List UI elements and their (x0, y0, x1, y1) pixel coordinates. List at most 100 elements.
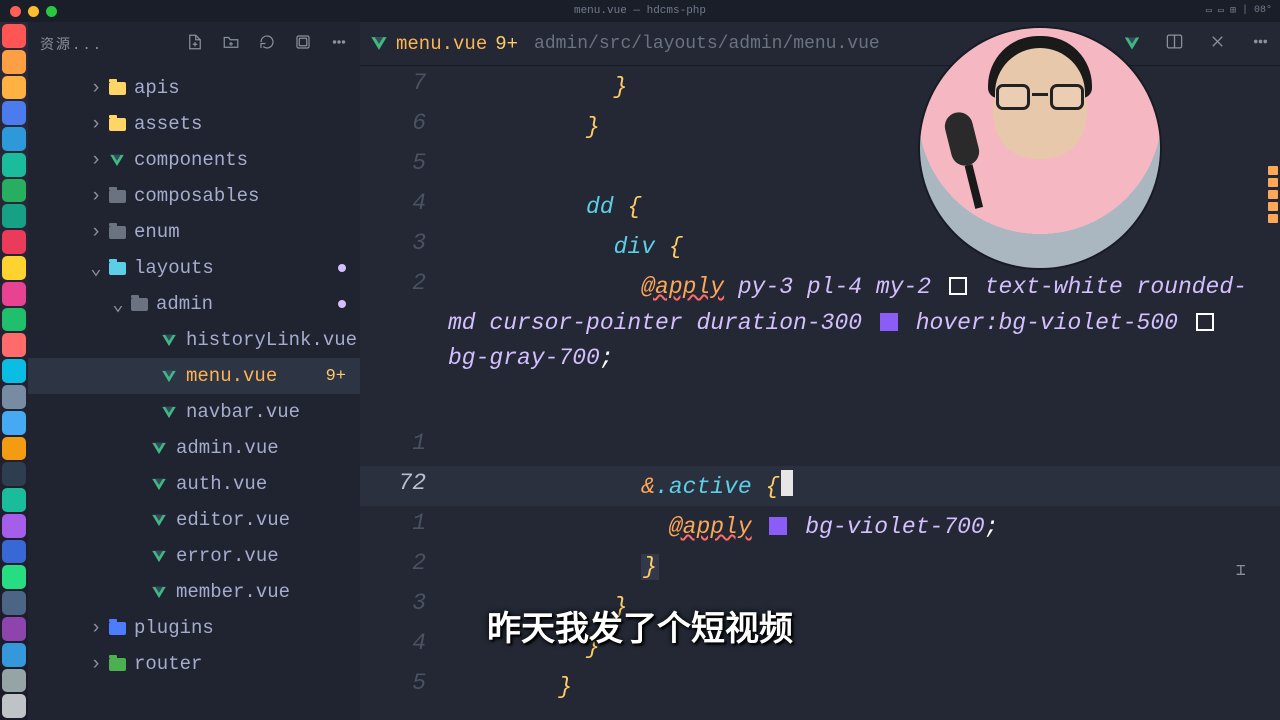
tree-item[interactable]: menu.vue9+ (28, 358, 360, 394)
menubar-right: ▭ ▭ ⊞ | 08° (1206, 5, 1272, 17)
dock-app-icon[interactable] (2, 565, 26, 589)
dock-app-icon[interactable] (2, 617, 26, 641)
tree-item[interactable]: error.vue (28, 538, 360, 574)
dock-app-icon[interactable] (2, 282, 26, 306)
tree-item-label: navbar.vue (186, 401, 300, 423)
dock-app-icon[interactable] (2, 591, 26, 615)
tree-item[interactable]: ›enum (28, 214, 360, 250)
tree-item-label: enum (134, 221, 180, 243)
dock-app-icon[interactable] (2, 462, 26, 486)
refresh-icon[interactable] (258, 33, 276, 56)
more-icon[interactable] (330, 33, 348, 56)
tree-item[interactable]: ⌄layouts (28, 250, 360, 286)
chevron-icon: › (88, 77, 104, 99)
breadcrumb[interactable]: admin/src/layouts/admin/menu.vue (534, 34, 880, 54)
chevron-icon: › (88, 653, 104, 675)
line-number: 5 (360, 150, 448, 176)
split-editor-icon[interactable] (1165, 32, 1184, 56)
dock-app-icon[interactable] (2, 179, 26, 203)
dock-app-icon[interactable] (2, 333, 26, 357)
tree-item[interactable]: ›plugins (28, 610, 360, 646)
mouse-ibeam-icon: ⌶ (1236, 560, 1246, 580)
dock-app-icon[interactable] (2, 540, 26, 564)
dock-app-icon[interactable] (2, 669, 26, 693)
modified-badge: 9+ (326, 367, 346, 386)
close-window-icon[interactable] (10, 6, 21, 17)
folder-icon (108, 619, 126, 637)
vue-icon (150, 475, 168, 493)
tree-item-label: editor.vue (176, 509, 290, 531)
folder-icon (108, 223, 126, 241)
chevron-icon: › (88, 149, 104, 171)
vue-icon (108, 151, 126, 169)
tree-item[interactable]: navbar.vue (28, 394, 360, 430)
dock-app-icon[interactable] (2, 488, 26, 512)
tree-item[interactable]: editor.vue (28, 502, 360, 538)
folder-icon (108, 655, 126, 673)
dock-app-icon[interactable] (2, 437, 26, 461)
dock-app-icon[interactable] (2, 153, 26, 177)
folder-icon (108, 187, 126, 205)
dock-app-icon[interactable] (2, 359, 26, 383)
file-tree[interactable]: ›apis›assets›components›composables›enum… (28, 66, 360, 720)
window-title: menu.vue — hdcms-php (574, 5, 706, 17)
tree-item[interactable]: ⌄admin (28, 286, 360, 322)
dirty-indicator-icon (338, 264, 346, 272)
tree-item-label: components (134, 149, 248, 171)
title-bar: menu.vue — hdcms-php ▭ ▭ ⊞ | 08° (0, 0, 1280, 22)
new-folder-icon[interactable] (222, 33, 240, 56)
tree-item[interactable]: ›assets (28, 106, 360, 142)
explorer-sidebar: 资源... ›apis›assets›components›composable… (28, 22, 360, 720)
tree-item[interactable]: › router (28, 646, 360, 682)
line-number: 3 (360, 590, 448, 616)
tree-item[interactable]: member.vue (28, 574, 360, 610)
minimap[interactable] (1266, 66, 1280, 566)
menu-glyph: ▭ (1206, 5, 1212, 17)
vue-icon (371, 37, 386, 50)
chevron-icon: ⌄ (110, 293, 126, 316)
dock-app-icon[interactable] (2, 643, 26, 667)
dock-app-icon[interactable] (2, 694, 26, 718)
vue-mode-icon[interactable] (1125, 38, 1139, 50)
dock-app-icon[interactable] (2, 204, 26, 228)
vue-icon (150, 511, 168, 529)
dock-app-icon[interactable] (2, 256, 26, 280)
dock-app-icon[interactable] (2, 411, 26, 435)
line-number: 7 (360, 70, 448, 96)
dock-app-icon[interactable] (2, 127, 26, 151)
window-controls[interactable] (10, 6, 57, 17)
tree-item[interactable]: ›composables (28, 178, 360, 214)
dock-app-icon[interactable] (2, 24, 26, 48)
dock-app-icon[interactable] (2, 230, 26, 254)
dock-app-icon[interactable] (2, 76, 26, 100)
vue-icon (150, 547, 168, 565)
tree-item[interactable]: ›apis (28, 70, 360, 106)
dock-app-icon[interactable] (2, 50, 26, 74)
tree-item[interactable]: auth.vue (28, 466, 360, 502)
new-file-icon[interactable] (186, 33, 204, 56)
maximize-window-icon[interactable] (46, 6, 57, 17)
chevron-icon: › (88, 113, 104, 135)
collapse-icon[interactable] (294, 33, 312, 56)
dock-app-icon[interactable] (2, 308, 26, 332)
folder-icon (108, 259, 126, 277)
tree-item[interactable]: historyLink.vue (28, 322, 360, 358)
tab-menu-vue[interactable]: menu.vue 9+ (370, 33, 518, 55)
editor-more-icon[interactable] (1251, 32, 1270, 56)
folder-icon (130, 295, 148, 313)
tree-item-label: router (134, 653, 202, 675)
tree-item[interactable]: admin.vue (28, 430, 360, 466)
close-tab-icon[interactable] (1208, 32, 1227, 56)
line-number: 2 (360, 270, 448, 296)
dock-app-icon[interactable] (2, 101, 26, 125)
minimize-window-icon[interactable] (28, 6, 39, 17)
line-number: 4 (360, 190, 448, 216)
line-number: 6 (360, 110, 448, 136)
dock-app-icon[interactable] (2, 514, 26, 538)
vue-icon (160, 367, 178, 385)
tree-item[interactable]: › components (28, 142, 360, 178)
line-number: 4 (360, 630, 448, 656)
macos-dock[interactable] (0, 22, 28, 720)
line-number: 1 (360, 510, 448, 536)
dock-app-icon[interactable] (2, 385, 26, 409)
